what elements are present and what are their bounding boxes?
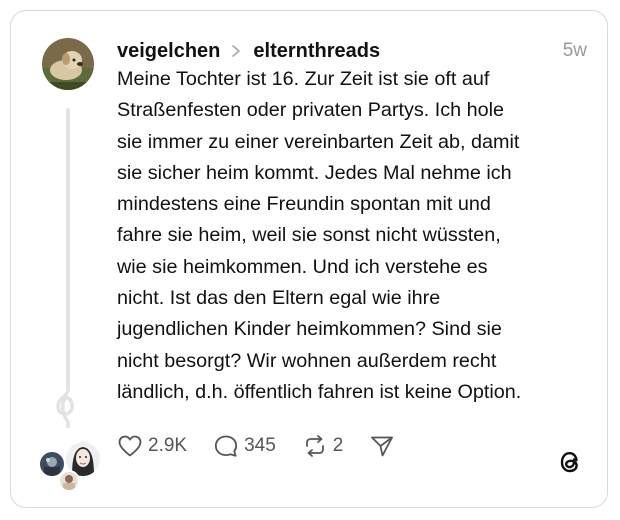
share-button[interactable] — [369, 434, 400, 458]
post-body-text: Meine Tochter ist 16. Zur Zeit ist sie o… — [117, 68, 522, 403]
thread-loop-icon — [56, 382, 74, 428]
like-button[interactable]: 2.9K — [117, 430, 187, 462]
comment-bubble-icon — [214, 435, 238, 457]
heart-icon — [118, 435, 142, 457]
reply-avatar-3 — [58, 470, 80, 492]
send-icon — [371, 436, 394, 457]
like-count: 2.9K — [148, 435, 188, 456]
author-username[interactable]: veigelchen — [117, 40, 220, 63]
repost-count: 2 — [332, 435, 344, 456]
post-header: veigelchen elternthreads 5w — [117, 36, 587, 66]
threads-logo-icon[interactable] — [555, 447, 585, 477]
post-timestamp: 5w — [562, 40, 587, 61]
repost-button[interactable]: 2 — [302, 430, 344, 462]
reply-button[interactable]: 345 — [213, 430, 276, 462]
action-bar: 2.9K 345 2 — [117, 430, 426, 462]
thread-connector-line — [66, 108, 70, 390]
reply-avatars[interactable] — [36, 436, 102, 492]
chevron-right-icon — [232, 45, 241, 57]
community-name[interactable]: elternthreads — [253, 40, 380, 63]
repost-icon — [305, 435, 324, 457]
reply-count: 345 — [244, 435, 276, 456]
author-avatar[interactable] — [42, 38, 94, 90]
